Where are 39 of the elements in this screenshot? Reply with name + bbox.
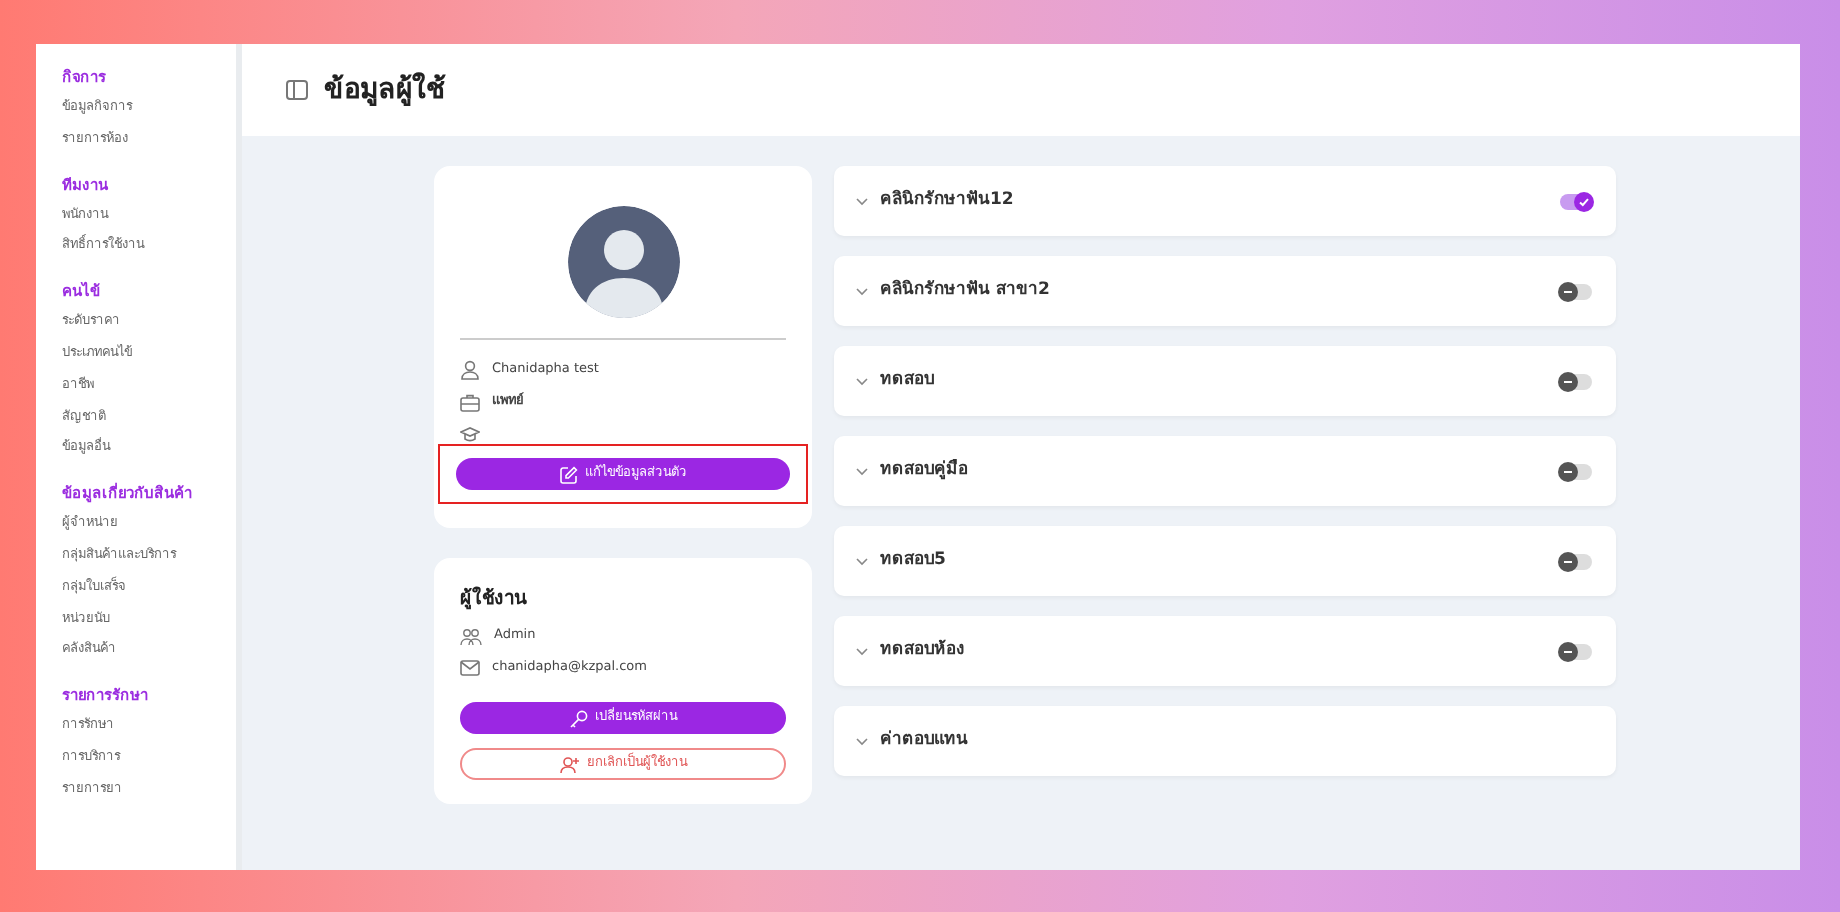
clinic-row[interactable]: ทดสอบห้อง bbox=[834, 616, 1616, 686]
clinic-name: ทดสอบ bbox=[880, 368, 936, 394]
chevron-icon[interactable] bbox=[856, 287, 868, 295]
key-icon bbox=[569, 709, 587, 728]
edit-icon bbox=[559, 465, 577, 483]
clinic-row[interactable]: ทดสอบคู่มือ bbox=[834, 436, 1616, 506]
chevron-icon[interactable] bbox=[856, 737, 868, 745]
clinic-name: คลินิกรักษาฟัน สาขา2 bbox=[880, 278, 1052, 304]
chevron-icon[interactable] bbox=[856, 557, 868, 565]
clinic-name: คลินิกรักษาฟัน12 bbox=[880, 188, 1016, 214]
chevron-icon[interactable] bbox=[856, 197, 868, 205]
chevron-icon[interactable] bbox=[856, 647, 868, 655]
card-title: ผู้ใช้งาน bbox=[460, 586, 529, 614]
toggle-switch[interactable] bbox=[1560, 463, 1592, 479]
toggle-switch[interactable] bbox=[1560, 283, 1592, 299]
mail-icon bbox=[460, 660, 480, 677]
clinic-name: ทดสอบห้อง bbox=[880, 638, 966, 664]
chevron-icon[interactable] bbox=[856, 467, 868, 475]
avatar bbox=[567, 206, 679, 318]
user-plus-icon bbox=[559, 755, 579, 774]
clinic-row[interactable]: ทดสอบ5 bbox=[834, 526, 1616, 596]
user-icon bbox=[460, 360, 480, 380]
page-title: ข้อมูลผู้ใช้ bbox=[324, 73, 446, 107]
chevron-icon[interactable] bbox=[856, 377, 868, 385]
graduation-cap-icon bbox=[460, 426, 480, 442]
clinic-name: ค่าตอบแทน bbox=[880, 728, 970, 754]
clinic-row[interactable]: คลินิกรักษาฟัน12 bbox=[834, 166, 1616, 236]
toggle-switch[interactable] bbox=[1560, 373, 1592, 389]
clinic-name: ทดสอบคู่มือ bbox=[880, 458, 970, 484]
clinic-row[interactable]: คลินิกรักษาฟัน สาขา2 bbox=[834, 256, 1616, 326]
sidebar-toggle-icon[interactable] bbox=[286, 80, 308, 100]
toggle-switch[interactable] bbox=[1560, 193, 1592, 209]
toggle-switch[interactable] bbox=[1560, 553, 1592, 569]
clinic-name: ทดสอบ5 bbox=[880, 548, 948, 574]
briefcase-icon bbox=[460, 393, 480, 411]
clinic-row[interactable]: ค่าตอบแทน bbox=[834, 706, 1616, 776]
users-icon bbox=[460, 627, 482, 646]
toggle-switch[interactable] bbox=[1560, 643, 1592, 659]
clinic-row[interactable]: ทดสอบ bbox=[834, 346, 1616, 416]
